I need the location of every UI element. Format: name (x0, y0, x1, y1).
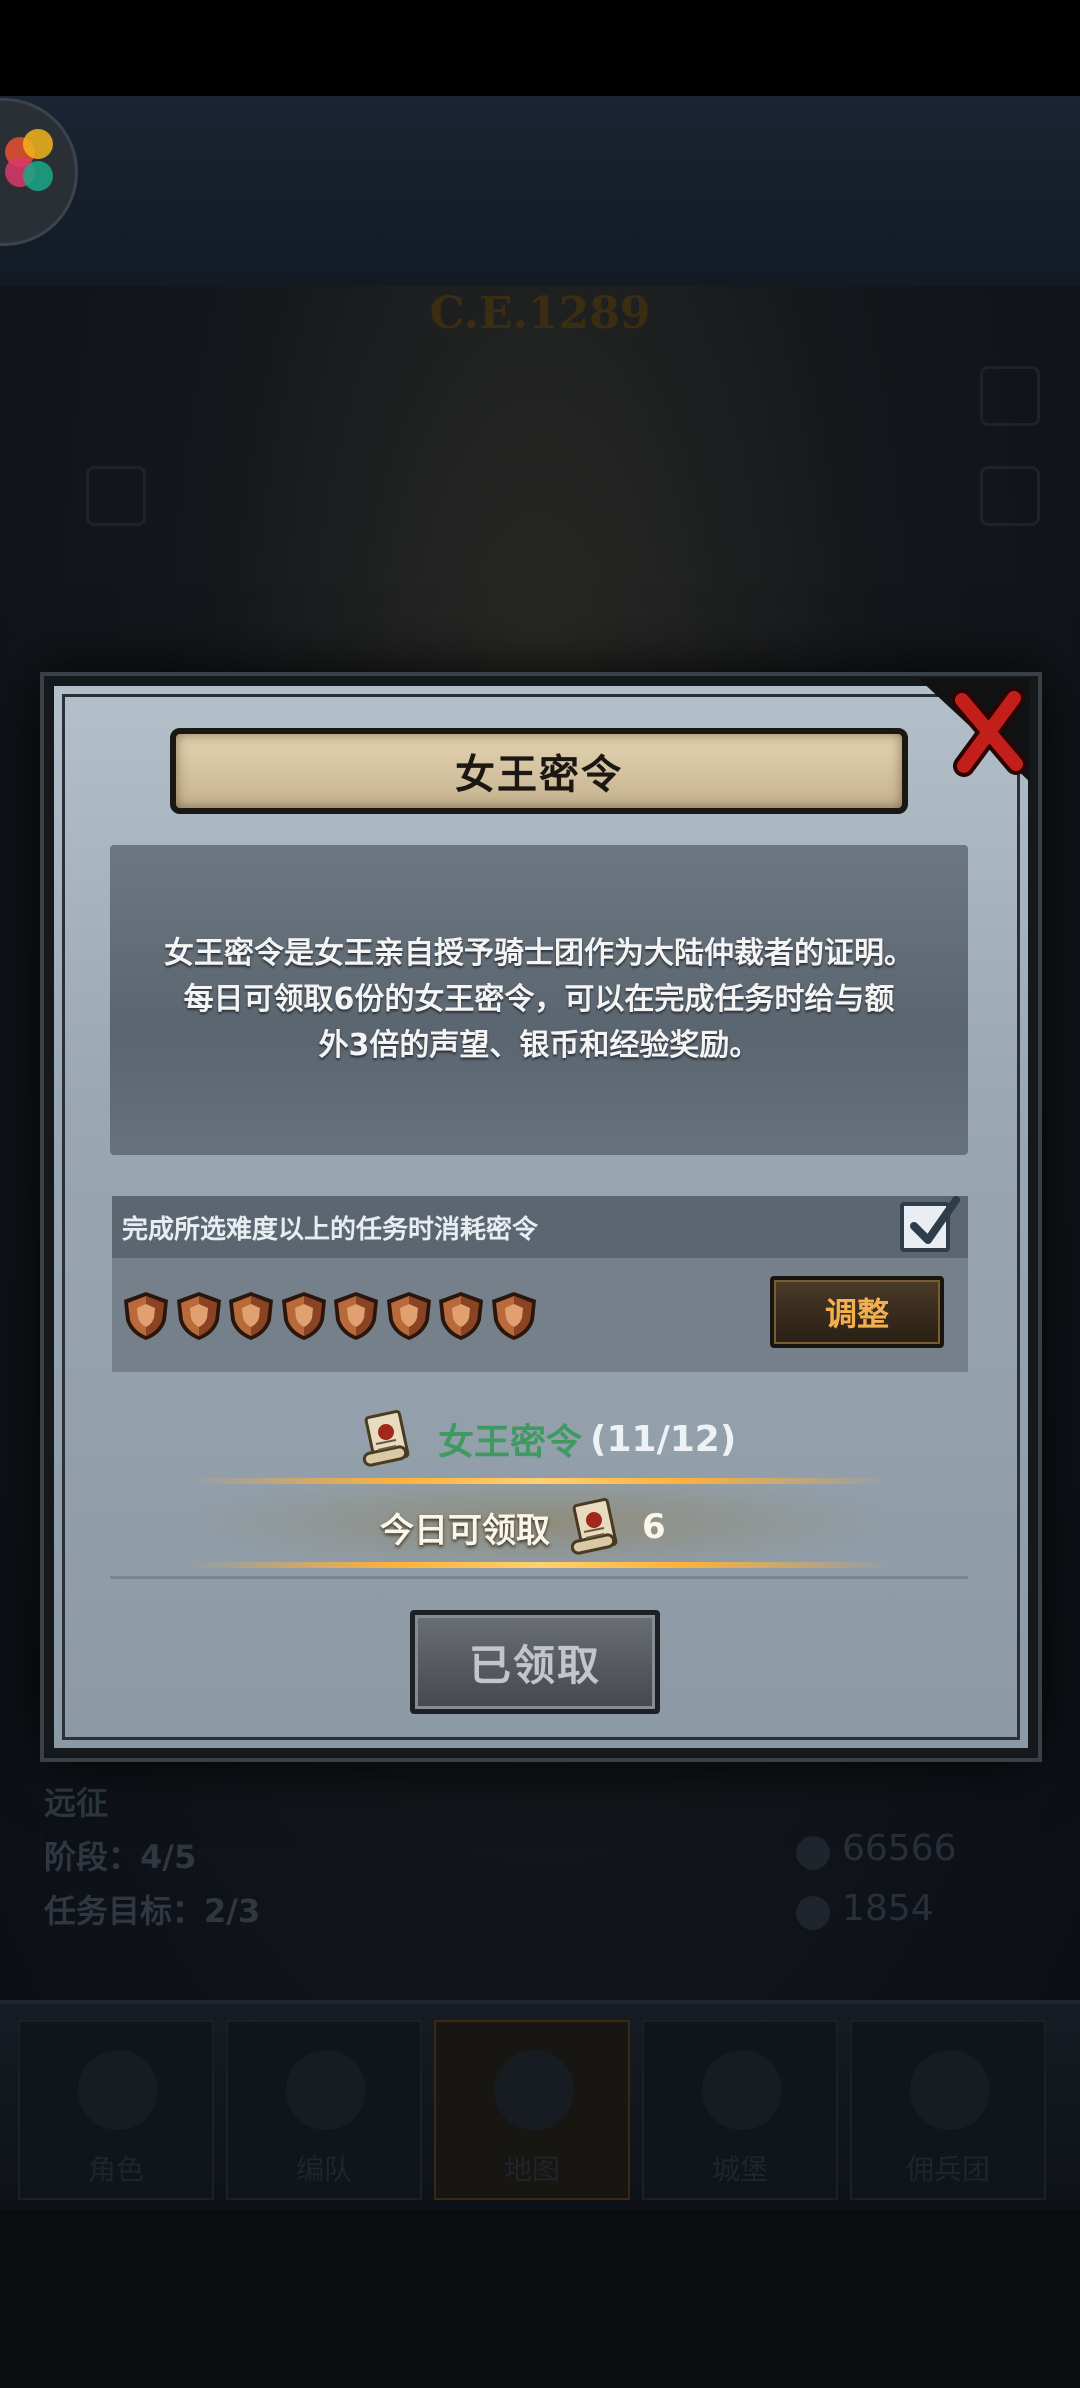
silver-coin-icon (796, 1836, 830, 1870)
nav-map[interactable]: 地图 (434, 2020, 630, 2200)
difficulty-shield-icon (439, 1292, 483, 1340)
silver-value: 66566 (842, 1828, 957, 1869)
hourglass-icon (86, 466, 146, 526)
adjust-button[interactable]: 调整 (770, 1276, 944, 1348)
nav-label: 城堡 (711, 2153, 768, 2186)
claimed-label: 已领取 (468, 1640, 601, 1690)
difficulty-shield-icon (176, 1292, 221, 1340)
difficulty-shield-icon (334, 1292, 378, 1340)
checkmark-icon (910, 1196, 960, 1244)
difficulty-shield-icon (124, 1292, 168, 1340)
queen-order-name: 女王密令 (438, 1422, 583, 1463)
character-icon (78, 2050, 158, 2130)
nav-mercenary[interactable]: 佣兵团 (850, 2020, 1046, 2200)
claimed-button[interactable]: 已领取 (410, 1610, 660, 1714)
mission-stats: 远征 阶段：4/5 任务目标：2/3 66566 1854 (0, 1760, 1080, 1950)
queen-order-quantity: (11/12) (590, 1418, 737, 1460)
resource-value: 1854 (842, 1888, 934, 1929)
petal-green-icon (23, 161, 53, 191)
divider (110, 1576, 968, 1579)
difficulty-shield-icon (281, 1292, 326, 1340)
banner-icon (980, 366, 1040, 426)
status-bar-area (0, 0, 1080, 96)
stage-label: 阶段：4/5 (44, 1838, 197, 1876)
nav-label: 角色 (87, 2153, 144, 2186)
close-icon (918, 678, 1030, 782)
navigation-bar-area (0, 2210, 1080, 2388)
description-box: 女王密令是女王亲自授予骑士团作为大陆仲裁者的证明。 每日可领取6份的女王密令，可… (110, 845, 968, 1155)
mode-label: 远征 (44, 1784, 109, 1822)
nav-label: 地图 (503, 2153, 560, 2186)
gear-icon (980, 466, 1040, 526)
castle-icon (702, 2050, 782, 2130)
nav-character[interactable]: 角色 (18, 2020, 214, 2200)
consume-order-option: 完成所选难度以上的任务时消耗密令 (112, 1196, 968, 1258)
consume-order-label: 完成所选难度以上的任务时消耗密令 (122, 1214, 539, 1245)
resource-icon (796, 1896, 830, 1930)
mercenary-icon (910, 2050, 990, 2130)
glow-divider-bottom (190, 1562, 890, 1568)
nav-castle[interactable]: 城堡 (642, 2020, 838, 2200)
difficulty-shield-icon (491, 1292, 536, 1340)
nav-label: 编队 (295, 2153, 352, 2186)
adjust-label: 调整 (824, 1295, 889, 1333)
daily-claim-value: 6 (642, 1507, 666, 1547)
top-bar (0, 96, 1080, 286)
glow-divider-top (190, 1478, 890, 1484)
petal-yellow-icon (23, 129, 53, 159)
team-icon (286, 2050, 366, 2130)
close-button[interactable] (918, 678, 1030, 782)
daily-claim-info: 今日可领取 6 (380, 1492, 666, 1562)
difficulty-shield-icon (229, 1292, 273, 1340)
description-text: 女王密令是女王亲自授予骑士团作为大陆仲裁者的证明。 每日可领取6份的女王密令，可… (164, 936, 914, 1063)
dialog-title: 女王密令 (455, 752, 623, 798)
consume-order-checkbox[interactable] (900, 1196, 960, 1252)
era-label: C.E.1289 (429, 288, 651, 339)
queen-order-count: 女王密令 (11/12) (356, 1404, 736, 1474)
scroll-icon (362, 1410, 410, 1467)
goal-label: 任务目标：2/3 (44, 1892, 261, 1930)
nav-team[interactable]: 编队 (226, 2020, 422, 2200)
difficulty-shield-icon (386, 1292, 431, 1340)
dialog-title-plaque: 女王密令 (170, 728, 908, 814)
daily-claim-label: 今日可领取 (380, 1510, 550, 1551)
nav-label: 佣兵团 (905, 2153, 990, 2186)
map-compass-icon (494, 2050, 574, 2130)
scroll-icon (570, 1498, 618, 1555)
